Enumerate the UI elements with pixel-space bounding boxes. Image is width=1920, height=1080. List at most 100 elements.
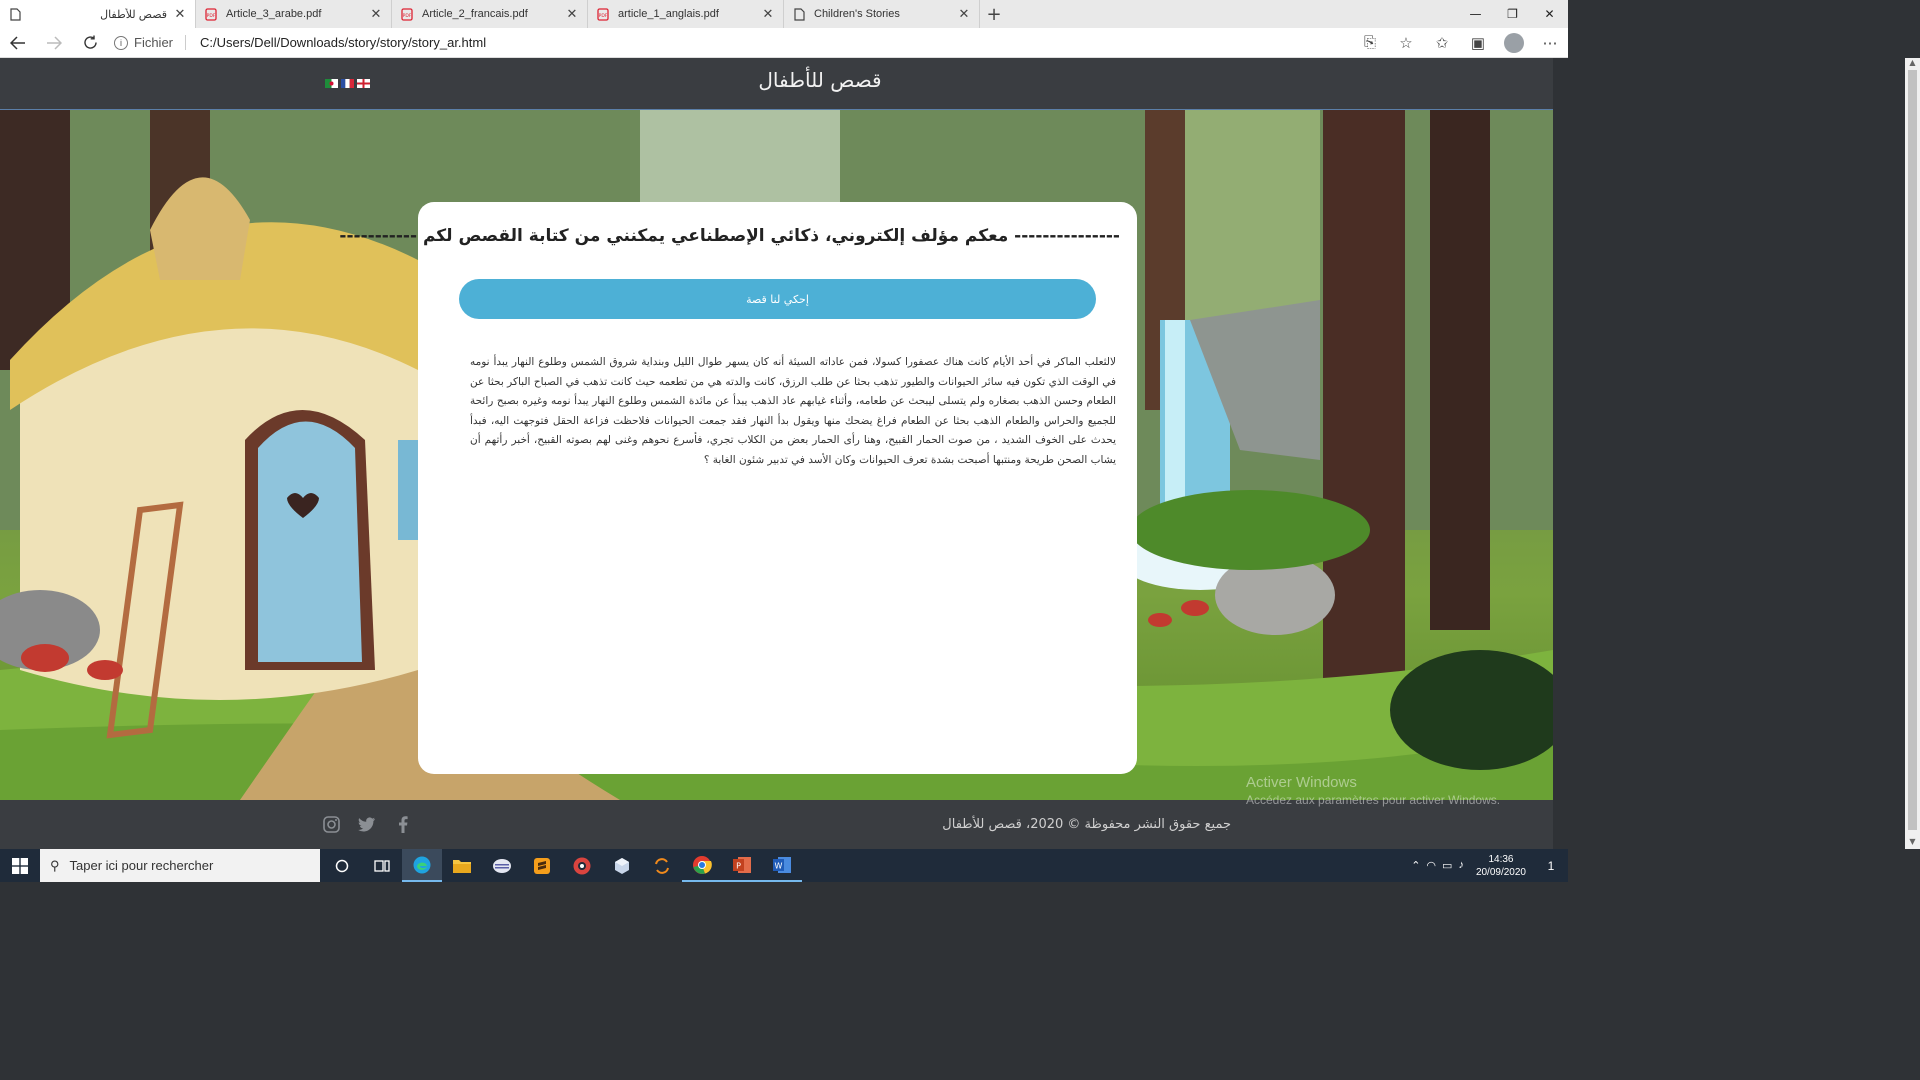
aperture-app-icon[interactable] <box>562 849 602 882</box>
tell-story-button[interactable]: إحكي لنا قصة <box>459 279 1096 319</box>
favorites-icon[interactable]: ✩ <box>1424 28 1460 58</box>
windows-logo-icon <box>12 857 28 874</box>
powerpoint-icon[interactable]: P <box>722 849 762 882</box>
close-icon[interactable]: ✕ <box>565 6 579 22</box>
tab-title: article_1_anglais.pdf <box>618 8 719 20</box>
network-icon[interactable]: ◠ <box>1426 859 1436 872</box>
address-bar: i Fichier C:/Users/Dell/Downloads/story/… <box>0 28 1568 58</box>
svg-text:P: P <box>736 861 741 870</box>
favorite-star-icon[interactable]: ☆ <box>1388 28 1424 58</box>
clock-time: 14:36 <box>1488 853 1514 865</box>
chrome-icon[interactable] <box>682 849 722 882</box>
url-field[interactable]: i Fichier C:/Users/Dell/Downloads/story/… <box>114 28 1352 58</box>
volume-icon[interactable]: ♪ <box>1458 859 1464 872</box>
system-tray: ⌃ ◠ ▭ ♪ 14:36 20/09/2020 1 <box>1411 849 1568 882</box>
close-icon[interactable]: ✕ <box>761 6 775 22</box>
notification-count: 1 <box>1547 858 1555 873</box>
forward-button[interactable] <box>36 28 72 58</box>
file-explorer-icon[interactable] <box>442 849 482 882</box>
site-footer: جميع حقوق النشر محفوظة © 2020، قصص للأطف… <box>0 800 1553 849</box>
footer-copyright: جميع حقوق النشر محفوظة © 2020، قصص للأطف… <box>942 817 1231 832</box>
search-icon: ⚲ <box>50 857 60 873</box>
tab-stories-ar[interactable]: قصص للأطفال ✕ <box>0 0 196 28</box>
site-title: قصص للأطفال <box>758 68 882 92</box>
flag-france-icon[interactable] <box>341 79 354 88</box>
read-aloud-icon[interactable]: ⎘ <box>1352 28 1388 58</box>
start-button[interactable] <box>0 849 40 882</box>
twitter-icon[interactable] <box>358 815 376 833</box>
story-text: لالثعلب الماكر في أحد الأيام كانت هناك ع… <box>470 356 1116 466</box>
info-icon[interactable]: i <box>114 35 128 50</box>
clock-date: 20/09/2020 <box>1475 866 1526 878</box>
svg-text:PDF: PDF <box>403 13 412 19</box>
cortana-icon[interactable] <box>322 849 362 882</box>
page-scrollbar[interactable]: ▲ ▼ <box>1905 58 1920 849</box>
tab-childrens-stories[interactable]: Children's Stories ✕ <box>784 0 980 28</box>
scroll-up-arrow-icon[interactable]: ▲ <box>1905 58 1920 70</box>
svg-text:PDF: PDF <box>599 13 608 19</box>
flag-algeria-icon[interactable] <box>325 79 338 88</box>
sync-app-icon[interactable] <box>642 849 682 882</box>
refresh-button[interactable] <box>72 28 108 58</box>
instagram-icon[interactable] <box>322 815 340 833</box>
minimize-button[interactable]: — <box>1457 0 1494 28</box>
activation-watermark: Activer Windows Accédez aux paramètres p… <box>1246 774 1500 807</box>
facebook-icon[interactable] <box>394 815 412 833</box>
card-heading: --------------- معكم مؤلف إلكتروني، ذكائ… <box>339 226 1120 246</box>
taskbar-clock[interactable]: 14:36 20/09/2020 <box>1476 853 1526 879</box>
url-text[interactable]: C:/Users/Dell/Downloads/story/story/stor… <box>200 35 486 50</box>
page-icon <box>792 7 806 21</box>
forest-background: --------------- معكم مؤلف إلكتروني، ذكائ… <box>0 110 1553 800</box>
more-menu-icon[interactable]: ⋯ <box>1532 28 1568 58</box>
back-button[interactable] <box>0 28 36 58</box>
scroll-down-arrow-icon[interactable]: ▼ <box>1905 837 1920 849</box>
profile-avatar[interactable] <box>1504 32 1524 53</box>
pdf-icon: PDF <box>596 7 610 21</box>
windows-taskbar: ⚲ Taper ici pour rechercher P W ⌃ ◠ ▭ ♪ … <box>0 849 1568 882</box>
svg-text:PDF: PDF <box>207 13 216 19</box>
web-page: قصص للأطفال --------------- معكم مؤلف إل… <box>0 58 1553 849</box>
close-icon[interactable]: ✕ <box>957 6 971 22</box>
language-flags <box>325 79 370 88</box>
scrollbar-thumb[interactable] <box>1908 70 1917 830</box>
tab-article-1[interactable]: PDF article_1_anglais.pdf ✕ <box>588 0 784 28</box>
battery-icon[interactable]: ▭ <box>1442 859 1452 872</box>
close-icon[interactable]: ✕ <box>369 6 383 22</box>
tray-icons: ⌃ ◠ ▭ ♪ <box>1411 859 1464 872</box>
site-header: قصص للأطفال <box>0 58 1553 110</box>
new-tab-button[interactable]: + <box>980 0 1008 28</box>
taskbar-search[interactable]: ⚲ Taper ici pour rechercher <box>40 849 320 882</box>
chevron-up-icon[interactable]: ⌃ <box>1411 859 1420 872</box>
toolbar-right: ⎘ ☆ ✩ ▣ ⋯ <box>1352 28 1568 58</box>
taskbar-apps: P W <box>322 849 802 882</box>
tab-strip: قصص للأطفال ✕ PDF Article_3_arabe.pdf ✕ … <box>0 0 1568 28</box>
search-placeholder: Taper ici pour rechercher <box>69 858 214 873</box>
tab-title: Article_3_arabe.pdf <box>226 8 322 20</box>
maximize-button[interactable]: ❐ <box>1494 0 1531 28</box>
close-icon[interactable]: ✕ <box>173 6 187 22</box>
sublime-text-icon[interactable] <box>522 849 562 882</box>
tab-title: قصص للأطفال <box>100 8 167 21</box>
story-card: --------------- معكم مؤلف إلكتروني، ذكائ… <box>339 202 1137 774</box>
close-window-button[interactable]: ✕ <box>1531 0 1568 28</box>
virtualbox-icon[interactable] <box>602 849 642 882</box>
flag-england-icon[interactable] <box>357 79 370 88</box>
page-icon <box>8 7 22 21</box>
tab-title: Children's Stories <box>814 8 900 20</box>
watermark-subtitle: Accédez aux paramètres pour activer Wind… <box>1246 793 1501 807</box>
tab-article-2[interactable]: PDF Article_2_francais.pdf ✕ <box>392 0 588 28</box>
pdf-icon: PDF <box>400 7 414 21</box>
edge-icon[interactable] <box>402 849 442 882</box>
svg-text:W: W <box>775 861 783 870</box>
collections-icon[interactable]: ▣ <box>1460 28 1496 58</box>
window-controls: — ❐ ✕ <box>1457 0 1568 28</box>
task-view-icon[interactable] <box>362 849 402 882</box>
notification-center-icon[interactable]: 1 <box>1534 849 1568 882</box>
tab-article-3[interactable]: PDF Article_3_arabe.pdf ✕ <box>196 0 392 28</box>
word-icon[interactable]: W <box>762 849 802 882</box>
watermark-title: Activer Windows <box>1246 774 1357 791</box>
scheme-label: Fichier <box>134 35 187 50</box>
tab-title: Article_2_francais.pdf <box>422 8 528 20</box>
app-stack-icon[interactable] <box>482 849 522 882</box>
social-links <box>322 815 412 833</box>
